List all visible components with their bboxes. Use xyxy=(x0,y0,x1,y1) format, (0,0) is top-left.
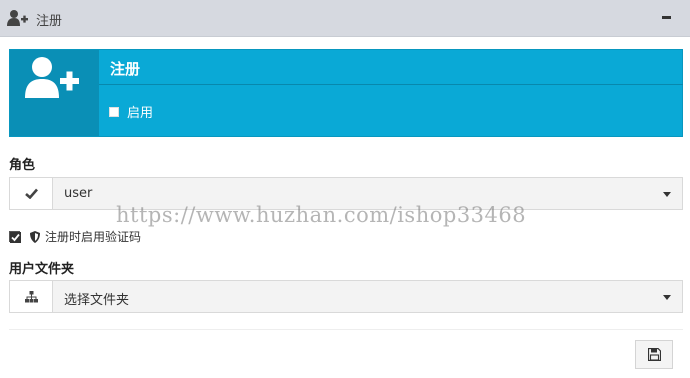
banner-title: 注册 xyxy=(110,60,141,78)
folder-addon xyxy=(10,281,53,312)
banner-divider xyxy=(99,84,683,85)
captcha-checkbox[interactable] xyxy=(9,231,21,243)
role-label: 角色 xyxy=(9,158,36,173)
chevron-down-icon xyxy=(663,192,671,197)
shield-icon xyxy=(30,230,40,243)
captcha-option[interactable]: 注册时启用验证码 xyxy=(9,228,141,245)
folder-select[interactable]: 选择文件夹 xyxy=(53,281,682,312)
folder-label: 用户文件夹 xyxy=(9,262,75,277)
enable-label: 启用 xyxy=(127,106,154,121)
user-plus-icon xyxy=(25,57,79,98)
folder-select-group: 选择文件夹 xyxy=(9,280,683,313)
user-plus-icon xyxy=(7,10,28,26)
watermark-text: https://www.huzhan.com/ishop33468 xyxy=(116,203,527,227)
role-value: user xyxy=(64,186,93,201)
enable-toggle[interactable]: 启用 xyxy=(109,102,153,121)
captcha-label: 注册时启用验证码 xyxy=(45,230,142,244)
panel-header: 注册 xyxy=(0,0,690,37)
register-banner: 注册 启用 xyxy=(9,49,683,137)
panel-title: 注册 xyxy=(36,14,63,29)
collapse-button[interactable] xyxy=(660,8,674,26)
banner-icon-box xyxy=(10,50,99,136)
save-icon xyxy=(648,348,661,361)
footer-divider xyxy=(9,329,683,330)
sitemap-icon xyxy=(25,291,38,303)
chevron-down-icon xyxy=(663,295,671,300)
folder-value: 选择文件夹 xyxy=(64,293,130,308)
role-addon xyxy=(10,178,53,209)
enable-checkbox[interactable] xyxy=(109,106,119,117)
save-button[interactable] xyxy=(635,340,673,369)
checkmark-icon xyxy=(10,232,21,243)
check-icon xyxy=(25,188,38,199)
